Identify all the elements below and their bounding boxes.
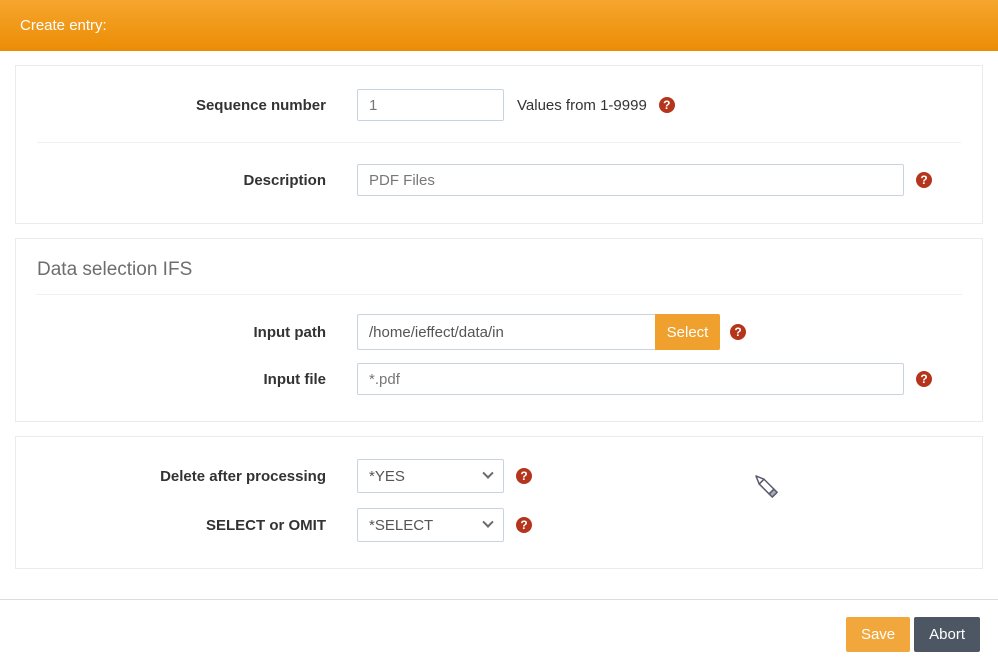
input-file-row: Input file ? <box>36 363 962 395</box>
page-header: Create entry: <box>0 0 998 51</box>
input-path-label: Input path <box>253 323 326 341</box>
select-path-button[interactable]: Select <box>655 314 720 350</box>
help-icon[interactable]: ? <box>516 468 532 484</box>
select-or-omit-label: SELECT or OMIT <box>206 516 326 534</box>
input-file-input[interactable] <box>357 363 904 395</box>
select-or-omit-select[interactable]: *SELECT <box>357 508 504 542</box>
delete-after-processing-value: *YES <box>369 467 405 485</box>
delete-after-processing-row: Delete after processing *YES ? <box>36 459 962 493</box>
input-path-input[interactable] <box>357 314 655 350</box>
panel-general: Sequence number Values from 1-9999 ? Des… <box>15 65 983 224</box>
select-or-omit-value: *SELECT <box>369 516 434 534</box>
help-icon[interactable]: ? <box>516 517 532 533</box>
abort-button[interactable]: Abort <box>914 617 980 652</box>
delete-after-processing-label: Delete after processing <box>160 467 326 485</box>
panel-options: Delete after processing *YES ? SELECT or… <box>15 436 983 569</box>
input-path-group: Select <box>357 314 720 350</box>
help-icon[interactable]: ? <box>730 324 746 340</box>
help-icon[interactable]: ? <box>658 97 675 113</box>
sequence-number-hint: Values from 1-9999 <box>517 96 647 114</box>
input-file-label: Input file <box>263 370 327 388</box>
description-label: Description <box>243 171 326 189</box>
save-button[interactable]: Save <box>845 617 911 652</box>
chevron-down-icon <box>482 516 494 528</box>
help-icon[interactable]: ? <box>916 371 932 387</box>
description-row: Description ? <box>36 164 962 196</box>
sequence-number-row: Sequence number Values from 1-9999 ? <box>36 89 962 121</box>
footer-actions: Save Abort <box>0 600 998 666</box>
section-title-data-selection-ifs: Data selection IFS <box>36 239 962 295</box>
description-input[interactable] <box>357 164 904 196</box>
input-path-row: Input path Select ? <box>36 314 962 350</box>
help-icon[interactable]: ? <box>916 172 932 188</box>
delete-after-processing-select[interactable]: *YES <box>357 459 504 493</box>
sequence-number-label: Sequence number <box>195 96 326 114</box>
sequence-number-input[interactable] <box>357 89 504 121</box>
form-container: Sequence number Values from 1-9999 ? Des… <box>15 65 983 569</box>
panel-data-selection-ifs: Data selection IFS Input path Select ? I… <box>15 238 983 422</box>
page-title: Create entry: <box>20 17 107 34</box>
row-divider <box>37 142 961 143</box>
chevron-down-icon <box>482 467 494 479</box>
select-or-omit-row: SELECT or OMIT *SELECT ? <box>36 508 962 542</box>
